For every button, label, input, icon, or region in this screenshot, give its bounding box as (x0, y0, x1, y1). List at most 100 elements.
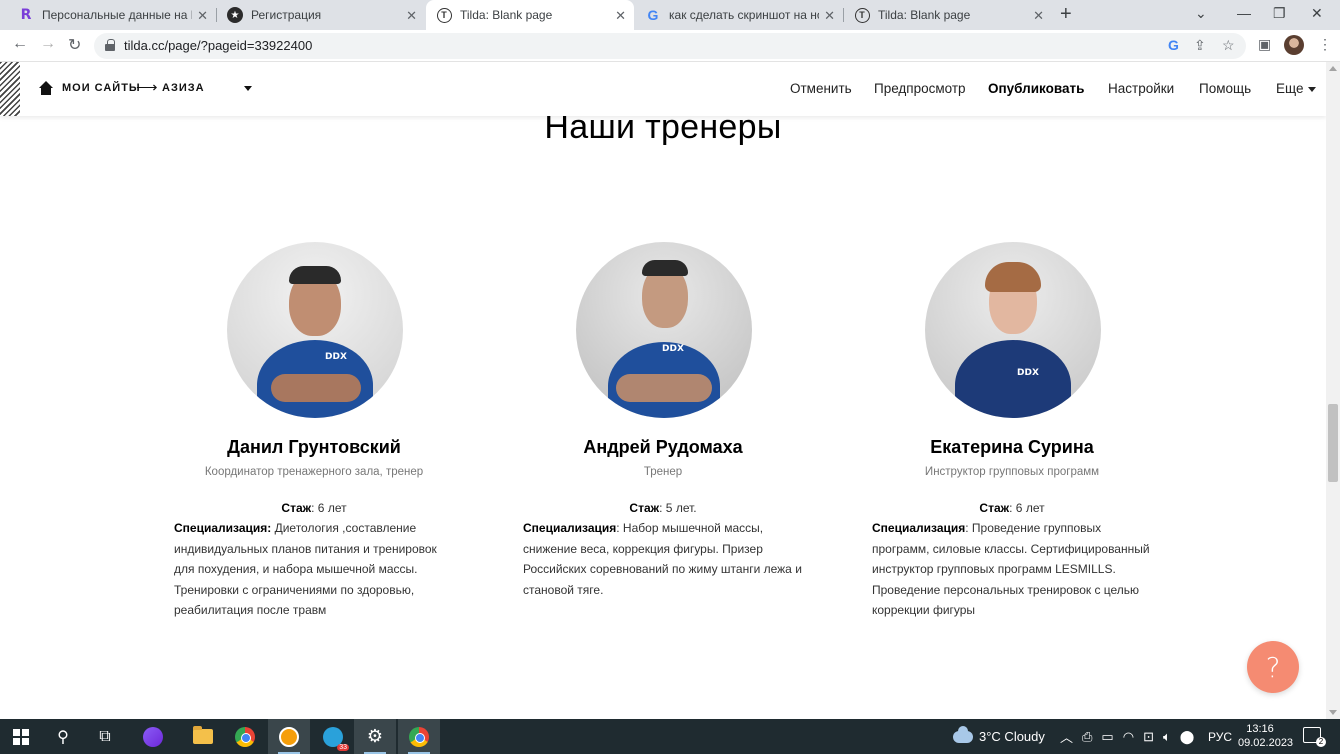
tab-search-icon[interactable]: ⌄ (1195, 5, 1207, 22)
profile-avatar[interactable] (1284, 35, 1304, 55)
notification-center-icon[interactable]: 2 (1303, 727, 1326, 747)
lock-icon[interactable] (105, 39, 115, 51)
experience-label: Стаж (979, 501, 1010, 515)
scroll-up-arrow-icon[interactable] (1329, 66, 1337, 71)
close-icon[interactable]: ✕ (197, 8, 208, 24)
orange-app-icon[interactable] (268, 719, 310, 754)
browser-tab-1[interactable]: R Персональные данные на Freel ✕ (8, 0, 216, 30)
google-lens-icon[interactable]: G (1168, 37, 1179, 53)
chrome-icon[interactable] (224, 719, 266, 754)
specialization-label: Специализация (872, 521, 966, 535)
close-icon[interactable]: ✕ (406, 8, 417, 24)
close-icon[interactable]: ✕ (615, 8, 626, 24)
publish-button[interactable]: Опубликовать (988, 81, 1084, 96)
show-hidden-icons-icon[interactable]: ︿ (1060, 727, 1073, 746)
help-menu-button[interactable]: Помощь (1199, 81, 1251, 96)
experience-value: : 5 лет. (659, 501, 697, 515)
experience-value: : 6 лет (1009, 501, 1045, 515)
back-button[interactable]: ← (12, 35, 28, 53)
close-icon[interactable]: ✕ (824, 8, 835, 24)
tray-app-icon[interactable]: ⎙ (1082, 729, 1092, 745)
start-button[interactable] (0, 719, 42, 754)
scrollbar-thumb[interactable] (1328, 404, 1338, 482)
system-tray-icons: ︿ ⎙ ▭ ◠ ⊡ 🔈︎ ⬤ (1060, 719, 1194, 754)
browser-tab-2[interactable]: ★ Регистрация ✕ (217, 0, 425, 30)
home-icon[interactable] (39, 81, 53, 95)
breadcrumb-project[interactable]: АЗИЗА (162, 82, 205, 94)
tab-title: Tilda: Blank page (460, 8, 553, 22)
close-window-button[interactable]: ✕ (1311, 5, 1323, 22)
cloud-icon (953, 725, 973, 743)
browser-tab-3[interactable]: T Tilda: Blank page ✕ (426, 0, 634, 30)
specialization-label: Специализация: (174, 521, 272, 535)
weather-widget[interactable]: 3°C Cloudy (953, 719, 1045, 754)
menu-dots-icon[interactable]: ⋮ (1318, 36, 1332, 53)
forward-button[interactable]: → (40, 35, 56, 53)
bookmark-star-icon[interactable]: ☆ (1222, 37, 1235, 54)
more-menu-button[interactable]: Еще (1276, 81, 1317, 96)
notification-badge: 2 (1316, 737, 1326, 747)
settings-button[interactable]: Настройки (1108, 81, 1174, 96)
settings-gear-icon[interactable]: ⚙ (354, 719, 396, 754)
clock-date: 09.02.2023 (1238, 737, 1294, 749)
restore-button[interactable]: ❐ (1273, 5, 1286, 22)
wifi-icon[interactable]: ◠ (1123, 729, 1134, 745)
chrome-active-icon[interactable] (398, 719, 440, 754)
trainer-role: Тренер (643, 466, 683, 478)
breadcrumb-my-sites[interactable]: МОИ САЙТЫ (62, 82, 141, 94)
address-bar[interactable]: tilda.cc/page/?pageid=33922400 G ⇪ ☆ (94, 33, 1246, 59)
language-indicator[interactable]: РУС (1208, 719, 1232, 754)
trainer-name: Андрей Рудомаха (583, 437, 743, 457)
experience-value: : 6 лет (311, 501, 347, 515)
browser-toolbar: ← → ↻ tilda.cc/page/?pageid=33922400 G ⇪… (0, 30, 1340, 62)
help-chat-button[interactable]: ? (1247, 641, 1299, 693)
specialization-label: Специализация (523, 521, 617, 535)
telegram-badge: 33 (337, 743, 349, 751)
weather-text: 3°C Cloudy (979, 729, 1045, 744)
telegram-icon[interactable]: 33 (312, 719, 354, 754)
trainer-role: Инструктор групповых программ (924, 466, 1100, 478)
battery-icon[interactable]: ▭ (1101, 729, 1113, 745)
volume-icon[interactable]: 🔈︎ (1163, 729, 1171, 745)
url-text: tilda.cc/page/?pageid=33922400 (124, 38, 313, 53)
specialization-text: Диетология ,составление индивидуальных п… (174, 521, 437, 617)
windows-logo-icon (13, 728, 29, 745)
ddx-logo: DDX (662, 344, 684, 354)
ddx-logo: DDX (1017, 368, 1039, 378)
security-icon[interactable]: ⬤ (1180, 729, 1195, 745)
scroll-down-arrow-icon[interactable] (1329, 710, 1337, 715)
trainer-role: Координатор тренажерного зала, тренер (204, 466, 424, 478)
taskbar-clock[interactable]: 13:16 09.02.2023 (1238, 722, 1294, 750)
search-icon[interactable]: ⚲ (42, 719, 84, 754)
arrow-right-icon: ⟶ (136, 79, 158, 96)
trainer-specialization: Специализация: Набор мышечной массы, сни… (523, 518, 808, 600)
chevron-down-icon[interactable] (244, 86, 252, 91)
side-panel-icon[interactable]: ▣ (1258, 36, 1271, 53)
trainer-name: Екатерина Сурина (930, 437, 1094, 457)
trainer-photo: DDX (227, 242, 403, 418)
trainer-specialization: Специализация: Диетология ,составление и… (174, 518, 459, 621)
minimize-button[interactable]: — (1237, 5, 1251, 21)
reload-button[interactable]: ↻ (68, 35, 81, 55)
tab-title: как сделать скриншот на ноутб (669, 8, 819, 22)
browser-tab-5[interactable]: T Tilda: Blank page ✕ (844, 0, 1052, 30)
specialization-text: : Проведение групповых программ, силовые… (872, 521, 1150, 617)
tilda-editor-panel: МОИ САЙТЫ ⟶ АЗИЗА Отменить Предпросмотр … (0, 62, 1326, 116)
cancel-button[interactable]: Отменить (790, 81, 852, 96)
zigzag-pattern (0, 62, 20, 116)
file-explorer-icon[interactable] (182, 719, 224, 754)
task-view-icon[interactable]: ⧉ (84, 719, 126, 754)
alice-assistant-icon[interactable] (132, 719, 174, 754)
browser-tab-4[interactable]: G как сделать скриншот на ноутб ✕ (635, 0, 843, 30)
google-icon: G (647, 7, 659, 23)
new-tab-button[interactable]: + (1060, 3, 1072, 26)
close-icon[interactable]: ✕ (1033, 8, 1044, 24)
preview-button[interactable]: Предпросмотр (874, 81, 966, 96)
caret-down-icon (1308, 86, 1317, 92)
share-icon[interactable]: ⇪ (1194, 37, 1206, 54)
tray-app-icon[interactable]: ⊡ (1143, 729, 1154, 745)
trainer-specialization: Специализация: Проведение групповых прог… (872, 518, 1157, 621)
tab-title: Tilda: Blank page (878, 8, 971, 22)
page-scrollbar[interactable] (1326, 62, 1340, 719)
tab-title: Персональные данные на Freel (42, 8, 192, 22)
